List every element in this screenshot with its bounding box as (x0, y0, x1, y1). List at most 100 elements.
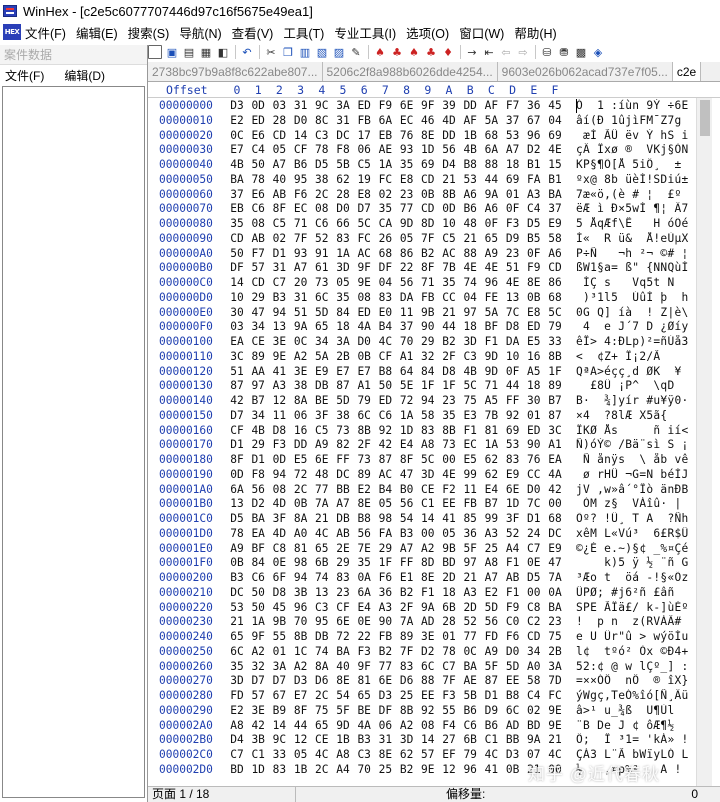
hex-byte[interactable]: 0C (292, 335, 310, 350)
hex-byte[interactable]: 40 (334, 660, 352, 675)
hex-byte[interactable]: 39 (440, 99, 458, 114)
hex-byte[interactable]: 86 (398, 247, 416, 262)
hex-byte[interactable]: 6E (504, 483, 522, 498)
hex-byte[interactable]: 3E (419, 630, 437, 645)
hex-byte[interactable]: 8F (292, 704, 310, 719)
hex-byte[interactable]: A6 (461, 188, 479, 203)
hex-byte[interactable]: 88 (419, 674, 437, 689)
hex-byte[interactable]: 99 (482, 512, 500, 527)
hex-byte[interactable]: 9A (525, 733, 543, 748)
hex-byte[interactable]: A1 (398, 350, 416, 365)
hex-byte[interactable]: 21 (461, 571, 479, 586)
hex-byte[interactable]: EA (228, 335, 246, 350)
hex-byte[interactable]: 8D (419, 556, 437, 571)
hex-byte[interactable]: 3A (334, 99, 352, 114)
hex-byte[interactable]: CD (546, 261, 564, 276)
hex-byte[interactable]: 18 (334, 320, 352, 335)
hex-byte[interactable]: 8F (398, 453, 416, 468)
hex-byte[interactable]: 3F (270, 512, 288, 527)
hex-byte[interactable]: 7F (419, 232, 437, 247)
ascii-text[interactable]: âí(Ð 1ûjìFM¯Z7g (576, 114, 694, 129)
hex-byte[interactable]: 68 (546, 512, 564, 527)
calculator-icon[interactable]: ▩ (574, 45, 588, 59)
hex-byte[interactable]: CF (228, 424, 246, 439)
hex-byte[interactable]: 48 (461, 217, 479, 232)
hex-byte[interactable]: 03 (270, 99, 288, 114)
hex-byte[interactable]: 56 (249, 483, 267, 498)
hex-byte[interactable]: D0 (355, 335, 373, 350)
hex-byte[interactable]: 4B (228, 158, 246, 173)
hex-byte[interactable]: 30 (525, 394, 543, 409)
hex-byte[interactable]: 75 (461, 394, 479, 409)
hex-byte[interactable]: D0 (504, 645, 522, 660)
hex-byte[interactable]: B1 (525, 158, 543, 173)
hex-byte[interactable]: 31 (292, 99, 310, 114)
hex-row[interactable]: 00000010 E2 ED 28 D0 8C 31 FB 6A EC 46 4D AF 5A 37 67 04… (148, 114, 720, 129)
hex-byte[interactable]: CC (525, 468, 543, 483)
hex-byte[interactable]: 7A (313, 497, 331, 512)
hex-byte[interactable]: A5 (482, 394, 500, 409)
hex-byte[interactable]: 31 (270, 261, 288, 276)
hex-byte[interactable]: 5B (334, 158, 352, 173)
back-icon[interactable]: ⇦ (499, 45, 513, 59)
ascii-text[interactable]: ÏKØ Ås ñ ií< (576, 424, 694, 439)
hex-byte[interactable]: 04 (376, 276, 394, 291)
hex-byte[interactable]: 4E (504, 276, 522, 291)
hex-byte[interactable]: 78 (228, 527, 246, 542)
hex-byte[interactable]: 00 (546, 497, 564, 512)
hex-byte[interactable]: 00 (525, 586, 543, 601)
hex-byte[interactable]: 4E (546, 143, 564, 158)
hex-byte[interactable]: 97 (249, 379, 267, 394)
hex-row[interactable]: 000000E0 30 47 94 51 5D 84 ED E0 11 9B 21 97 5A 7C E8 5C… (148, 306, 720, 321)
hex-byte[interactable]: 02 (376, 188, 394, 203)
menu-search[interactable]: 搜索(S) (128, 23, 170, 42)
hex-byte[interactable]: E8 (398, 173, 416, 188)
hex-byte[interactable]: 8B (292, 630, 310, 645)
hex-byte[interactable]: E2 (228, 114, 246, 129)
hex-byte[interactable]: BF (482, 320, 500, 335)
hex-byte[interactable]: 03 (228, 320, 246, 335)
hex-byte[interactable]: 0B (228, 556, 246, 571)
ascii-text[interactable]: k)5 ÿ ½ ¨ñ G (576, 556, 694, 571)
hex-byte[interactable]: 50 (249, 586, 267, 601)
hex-row[interactable]: 00000070 EB C6 8F EC 08 D0 D7 35 77 CD 0D B6 A6 0F C4 37… (148, 202, 720, 217)
hex-byte[interactable]: 92 (419, 704, 437, 719)
hex-byte[interactable]: B6 (461, 704, 479, 719)
hex-byte[interactable]: 0C (228, 129, 246, 144)
hex-byte[interactable]: B7 (546, 394, 564, 409)
hex-byte[interactable]: 62 (482, 453, 500, 468)
print-icon[interactable]: ▦ (199, 45, 213, 59)
hex-byte[interactable]: 5E (398, 379, 416, 394)
hex-byte[interactable]: B8 (504, 689, 522, 704)
hex-byte[interactable]: EC (461, 438, 479, 453)
paste-block-icon[interactable]: ▨ (332, 45, 346, 59)
hex-row[interactable]: 000002B0 D4 3B 9C 12 CE 1B B3 31 3D 14 27 6B C1 BB 9A 21… (148, 733, 720, 748)
ascii-text[interactable]: £8Û ¡P^ \qD (576, 379, 694, 394)
hex-byte[interactable]: 38 (292, 379, 310, 394)
tab-file-2738bc97[interactable]: 2738bc97b9a8f8c622abe807... (148, 62, 323, 81)
ascii-text[interactable]: B· ¾]yír #u¥ÿ0· (576, 394, 694, 409)
hex-byte[interactable]: 17 (355, 129, 373, 144)
hex-byte[interactable]: C5 (270, 217, 288, 232)
hex-row[interactable]: 00000240 65 9F 55 8B DB 72 22 FB 89 3E 01 77 FD F6 CD 75… (148, 630, 720, 645)
hex-byte[interactable]: 65 (313, 719, 331, 734)
hex-byte[interactable]: 56 (355, 527, 373, 542)
hex-byte[interactable]: 28 (334, 188, 352, 203)
hex-byte[interactable]: 47 (398, 468, 416, 483)
hex-byte[interactable]: 2B (546, 645, 564, 660)
hex-byte[interactable]: 72 (334, 630, 352, 645)
hex-byte[interactable]: 94 (270, 468, 288, 483)
ascii-text[interactable]: ÜPØ; #j6²ñ £âñ (576, 586, 694, 601)
hex-byte[interactable]: 9D (334, 719, 352, 734)
hex-byte[interactable]: 87 (376, 453, 394, 468)
hex-byte[interactable]: 27 (440, 733, 458, 748)
hex-byte[interactable]: 73 (334, 424, 352, 439)
hex-byte[interactable]: A4 (504, 542, 522, 557)
hex-byte[interactable]: 15 (546, 158, 564, 173)
hex-byte[interactable]: 4C (482, 748, 500, 763)
hex-byte[interactable]: 76 (398, 129, 416, 144)
hex-byte[interactable]: 84 (334, 306, 352, 321)
hex-byte[interactable]: 78 (440, 645, 458, 660)
hex-byte[interactable]: 4A (355, 719, 373, 734)
hex-byte[interactable]: 7A (398, 615, 416, 630)
